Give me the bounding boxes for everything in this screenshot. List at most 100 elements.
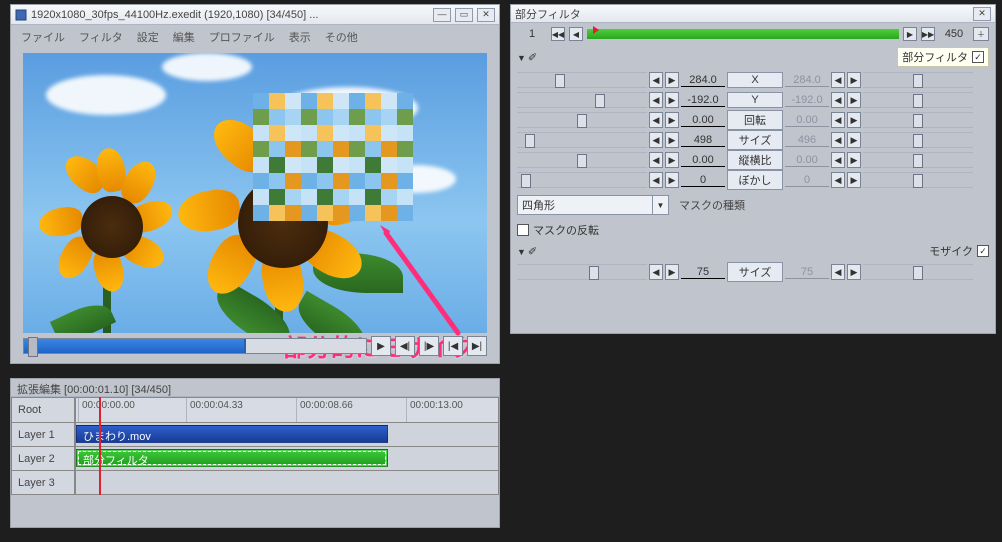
param-slider-right[interactable]	[863, 92, 973, 108]
frame-next-end-button[interactable]: ▶▶	[921, 27, 935, 41]
param-value-left[interactable]: -192.0	[681, 94, 725, 107]
layer-2-track[interactable]: 部分フィルタ	[75, 447, 499, 471]
mosaic-size-label[interactable]: サイズ	[727, 262, 783, 282]
param-value-right[interactable]: 496	[785, 134, 829, 147]
param-inc[interactable]: ▶	[665, 112, 679, 128]
param-label-button[interactable]: Y	[727, 92, 783, 108]
param-inc-r[interactable]: ▶	[847, 72, 861, 88]
mosaic-size-dec-r[interactable]: ◀	[831, 264, 845, 280]
param-dec[interactable]: ◀	[649, 172, 663, 188]
param-dec[interactable]: ◀	[649, 72, 663, 88]
param-slider-left[interactable]	[517, 172, 647, 188]
param-value-left[interactable]: 0	[681, 174, 725, 187]
param-label-button[interactable]: サイズ	[727, 130, 783, 150]
param-label-button[interactable]: 縦横比	[727, 150, 783, 170]
param-slider-left[interactable]	[517, 112, 647, 128]
param-dec[interactable]: ◀	[649, 132, 663, 148]
menu-file[interactable]: ファイル	[15, 27, 71, 47]
param-value-right[interactable]: 0.00	[785, 114, 829, 127]
param-dec-r[interactable]: ◀	[831, 92, 845, 108]
param-value-right[interactable]: 0.00	[785, 154, 829, 167]
collapse-icon[interactable]: ▼	[517, 53, 526, 63]
mosaic-size-slider-right[interactable]	[863, 264, 973, 280]
layer-1-track[interactable]: ひまわり.mov	[75, 423, 499, 447]
param-dec[interactable]: ◀	[649, 152, 663, 168]
skip-fwd-button[interactable]: ▶|	[467, 336, 487, 356]
mosaic-size-slider-left[interactable]	[517, 264, 647, 280]
param-inc-r[interactable]: ▶	[847, 132, 861, 148]
frame-prev-button[interactable]: ◀	[569, 27, 583, 41]
close-button[interactable]: ✕	[477, 8, 495, 22]
param-inc-r[interactable]: ▶	[847, 92, 861, 108]
param-inc-r[interactable]: ▶	[847, 112, 861, 128]
time-ruler[interactable]: 00:00:00.00 00:00:04.33 00:00:08.66 00:0…	[75, 397, 499, 423]
param-value-left[interactable]: 284.0	[681, 74, 725, 87]
param-slider-right[interactable]	[863, 172, 973, 188]
mask-invert-checkbox[interactable]	[517, 224, 529, 236]
scrub-slider[interactable]	[23, 338, 367, 354]
menu-other[interactable]: その他	[319, 27, 364, 47]
menu-settings[interactable]: 設定	[131, 27, 165, 47]
mask-type-dropdown[interactable]: 四角形 ▼	[517, 195, 669, 215]
dropdown-icon[interactable]: ▼	[652, 196, 668, 214]
filter-close-button[interactable]: ✕	[973, 7, 991, 21]
param-inc-r[interactable]: ▶	[847, 172, 861, 188]
param-label-button[interactable]: 回転	[727, 110, 783, 130]
mosaic-size-dec[interactable]: ◀	[649, 264, 663, 280]
param-label-button[interactable]: X	[727, 72, 783, 88]
param-label-button[interactable]: ぼかし	[727, 170, 783, 190]
layer-label[interactable]: Layer 3	[11, 471, 75, 495]
param-slider-left[interactable]	[517, 92, 647, 108]
param-dec-r[interactable]: ◀	[831, 172, 845, 188]
layer-3-track[interactable]	[75, 471, 499, 495]
mosaic-size-value-right[interactable]: 75	[785, 266, 829, 279]
param-slider-right[interactable]	[863, 112, 973, 128]
param-dec[interactable]: ◀	[649, 112, 663, 128]
skip-back-button[interactable]: |◀	[443, 336, 463, 356]
param-inc[interactable]: ▶	[665, 172, 679, 188]
layer-label[interactable]: Layer 2	[11, 447, 75, 471]
frame-next-button[interactable]: ▶	[903, 27, 917, 41]
param-dec[interactable]: ◀	[649, 92, 663, 108]
play-button[interactable]: ▶	[371, 336, 391, 356]
param-slider-right[interactable]	[863, 152, 973, 168]
menu-edit[interactable]: 編集	[167, 27, 201, 47]
param-dec-r[interactable]: ◀	[831, 112, 845, 128]
layer-label[interactable]: Layer 1	[11, 423, 75, 447]
param-dec-r[interactable]: ◀	[831, 152, 845, 168]
video-clip[interactable]: ひまわり.mov	[76, 425, 388, 443]
timeline-root-button[interactable]: Root	[11, 397, 75, 423]
frame-prev-start-button[interactable]: ◀◀	[551, 27, 565, 41]
menu-view[interactable]: 表示	[283, 27, 317, 47]
frame-slider[interactable]	[587, 29, 899, 39]
param-slider-right[interactable]	[863, 132, 973, 148]
param-value-left[interactable]: 0.00	[681, 114, 725, 127]
maximize-button[interactable]: ▭	[455, 8, 473, 22]
param-value-left[interactable]: 0.00	[681, 154, 725, 167]
param-inc[interactable]: ▶	[665, 152, 679, 168]
step-fwd-button[interactable]: |▶	[419, 336, 439, 356]
param-slider-left[interactable]	[517, 132, 647, 148]
filter-enable-checkbox[interactable]: ✓	[972, 51, 984, 63]
menu-filter[interactable]: フィルタ	[73, 27, 129, 47]
param-inc[interactable]: ▶	[665, 92, 679, 108]
param-inc-r[interactable]: ▶	[847, 152, 861, 168]
mosaic-size-inc[interactable]: ▶	[665, 264, 679, 280]
frame-add-button[interactable]: ＋	[973, 27, 989, 41]
param-dec-r[interactable]: ◀	[831, 72, 845, 88]
param-slider-right[interactable]	[863, 72, 973, 88]
param-value-right[interactable]: -192.0	[785, 94, 829, 107]
param-slider-left[interactable]	[517, 72, 647, 88]
param-inc[interactable]: ▶	[665, 72, 679, 88]
mosaic-size-inc-r[interactable]: ▶	[847, 264, 861, 280]
param-dec-r[interactable]: ◀	[831, 132, 845, 148]
menu-profile[interactable]: プロファイル	[203, 27, 281, 47]
collapse-icon[interactable]: ▼	[517, 247, 526, 257]
param-slider-left[interactable]	[517, 152, 647, 168]
param-value-left[interactable]: 498	[681, 134, 725, 147]
filter-clip[interactable]: 部分フィルタ	[76, 449, 388, 467]
param-value-right[interactable]: 0	[785, 174, 829, 187]
mosaic-size-value-left[interactable]: 75	[681, 266, 725, 279]
mosaic-enable-checkbox[interactable]: ✓	[977, 245, 989, 257]
step-back-button[interactable]: ◀|	[395, 336, 415, 356]
